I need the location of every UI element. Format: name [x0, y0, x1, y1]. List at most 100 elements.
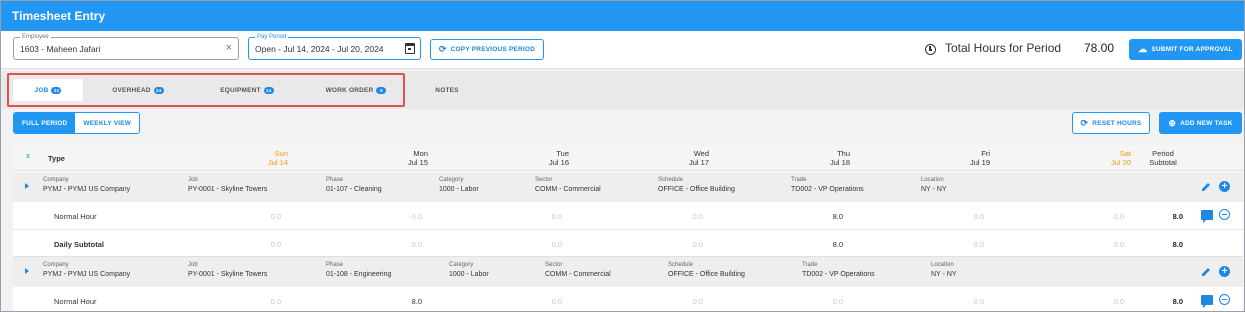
phase-cell: Phase 01-108 - Engineering — [326, 262, 391, 280]
day-date: Jul 20 — [1110, 158, 1131, 167]
tab-notes[interactable]: NOTES — [419, 79, 475, 101]
remove-row-icon[interactable] — [1219, 209, 1230, 220]
employee-field[interactable]: Employee 1603 - Maheen Jafari × — [13, 33, 239, 60]
hours-input-mon[interactable]: 8.0 — [362, 297, 422, 306]
schedule-label: Schedule — [658, 177, 684, 183]
schedule-value: OFFICE - Office Building — [668, 271, 745, 278]
add-new-task-button[interactable]: ⊕ ADD NEW TASK — [1159, 112, 1242, 134]
expand-caret-icon[interactable] — [25, 183, 29, 189]
day-header-sun: Sun Jul 14 — [218, 149, 288, 167]
day-header-tue: Tue Jul 16 — [499, 149, 569, 167]
category-label: Category — [439, 177, 464, 183]
hours-input-fri[interactable]: 0.0 — [924, 212, 984, 221]
hours-row: Normal Hour 0.0 8.0 0.0 0.0 0.0 0.0 0.0 … — [13, 287, 1243, 311]
sector-cell: Sector COMM - Commercial — [545, 262, 611, 280]
refresh-icon: ⟳ — [1080, 117, 1089, 128]
pay-period-field[interactable]: Pay Period Open - Jul 14, 2024 - Jul 20,… — [248, 33, 421, 60]
copy-previous-period-button[interactable]: ⟳ COPY PREVIOUS PERIOD — [430, 39, 544, 60]
hours-input-fri[interactable]: 0.0 — [924, 297, 984, 306]
employee-label: Employee — [20, 33, 51, 41]
cloud-upload-icon: ☁ — [1138, 44, 1148, 54]
edit-icon[interactable] — [1201, 267, 1211, 277]
row-subtotal: 8.0 — [1172, 297, 1183, 306]
subtotal-header-line1: Period — [1152, 149, 1174, 158]
type-column-header: Type — [48, 154, 65, 163]
job-value: PY-0001 - Skyline Towers — [188, 271, 268, 278]
company-value: PYMJ - PYMJ US Company — [43, 271, 131, 278]
edit-icon[interactable] — [1201, 182, 1211, 192]
location-cell: Location NY - NY — [921, 177, 947, 195]
hours-input-mon[interactable]: 0.0 — [362, 212, 422, 221]
phase-value: 01-108 - Engineering — [326, 271, 392, 278]
pay-period-value: Open - Jul 14, 2024 - Jul 20, 2024 — [255, 44, 384, 54]
hours-row: Normal Hour 0.0 0.0 0.0 0.0 8.0 0.0 0.0 … — [13, 202, 1243, 230]
hours-input-tue[interactable]: 0.0 — [502, 212, 562, 221]
location-label: Location — [921, 177, 944, 183]
hours-input-wed[interactable]: 0.0 — [643, 297, 703, 306]
company-label: Company — [43, 262, 69, 268]
tabs-highlight-box — [7, 73, 405, 107]
phase-label: Phase — [326, 262, 344, 268]
day-header-thu: Thu Jul 18 — [780, 149, 850, 167]
daily-subtotal-fri: 0.0 — [973, 240, 984, 249]
hours-input-thu[interactable]: 8.0 — [783, 212, 843, 221]
hours-input-sat[interactable]: 0.0 — [1064, 297, 1124, 306]
day-date: Jul 15 — [407, 158, 428, 167]
submit-for-approval-button[interactable]: ☁ SUBMIT FOR APPROVAL — [1129, 39, 1242, 60]
clear-icon[interactable]: × — [226, 43, 232, 54]
category-value: 1000 - Labor — [449, 271, 489, 278]
hours-input-thu[interactable]: 0.0 — [783, 297, 843, 306]
hours-input-wed[interactable]: 0.0 — [643, 212, 703, 221]
location-value: NY - NY — [931, 271, 957, 278]
task-group-row: Company PYMJ - PYMJ US Company Job PY-0001… — [13, 172, 1243, 202]
trade-value: TD002 - VP Operations — [802, 271, 875, 278]
add-new-task-label: ADD NEW TASK — [1180, 119, 1233, 127]
remove-row-icon[interactable] — [1219, 294, 1230, 305]
phase-label: Phase — [326, 177, 344, 183]
weekly-view-button[interactable]: WEEKLY VIEW — [75, 113, 140, 133]
hours-input-sun[interactable]: 0.0 — [221, 297, 281, 306]
comment-icon[interactable] — [1201, 210, 1213, 223]
job-value: PY-0001 - Skyline Towers — [188, 186, 268, 193]
daily-subtotal-label: Daily Subtotal — [54, 240, 105, 249]
schedule-cell: Schedule OFFICE - Office Building — [658, 177, 735, 195]
daily-subtotal-sun: 0.0 — [270, 240, 281, 249]
day-header-wed: Wed Jul 17 — [639, 149, 709, 167]
category-cell: Category 1000 - Labor — [449, 262, 489, 280]
day-header-mon: Mon Jul 15 — [358, 149, 428, 167]
category-value: 1000 - Labor — [439, 186, 479, 193]
hours-input-sat[interactable]: 0.0 — [1064, 212, 1124, 221]
job-cell: Job PY-0001 - Skyline Towers — [188, 262, 267, 280]
job-label: Job — [188, 177, 198, 183]
full-period-button[interactable]: FULL PERIOD — [14, 113, 76, 133]
hours-input-sun[interactable]: 0.0 — [221, 212, 281, 221]
location-cell: Location NY - NY — [931, 262, 957, 280]
day-date: Jul 16 — [548, 158, 569, 167]
daily-subtotal-total: 8.0 — [1172, 240, 1183, 249]
trade-label: Trade — [791, 177, 807, 183]
sector-label: Sector — [545, 262, 563, 268]
sector-value: COMM - Commercial — [535, 186, 601, 193]
add-row-icon[interactable]: + — [1219, 181, 1230, 192]
expand-collapse-icon[interactable]: ⌄ ⌃ — [23, 150, 33, 165]
job-cell: Job PY-0001 - Skyline Towers — [188, 177, 267, 195]
trade-cell: Trade TD002 - VP Operations — [791, 177, 864, 195]
day-date: Jul 17 — [688, 158, 709, 167]
grid-header: ⌄ ⌃ Type Sun Jul 14 Mon Jul 15 Tue Jul 16 We… — [13, 145, 1243, 171]
add-row-icon[interactable]: + — [1219, 266, 1230, 277]
day-name: Wed — [693, 149, 709, 158]
comment-icon[interactable] — [1201, 295, 1213, 308]
job-label: Job — [188, 262, 198, 268]
reset-hours-button[interactable]: ⟳ RESET HOURS — [1072, 112, 1150, 134]
schedule-label: Schedule — [668, 262, 694, 268]
company-value: PYMJ - PYMJ US Company — [43, 186, 131, 193]
day-header-fri: Fri Jul 19 — [920, 149, 990, 167]
day-name: Thu — [837, 149, 850, 158]
day-name: Sun — [274, 149, 288, 158]
schedule-value: OFFICE - Office Building — [658, 186, 735, 193]
calendar-icon[interactable] — [405, 43, 415, 54]
daily-subtotal-mon: 0.0 — [411, 240, 422, 249]
row-label: Normal Hour — [54, 297, 97, 306]
hours-input-tue[interactable]: 0.0 — [502, 297, 562, 306]
expand-caret-icon[interactable] — [25, 268, 29, 274]
